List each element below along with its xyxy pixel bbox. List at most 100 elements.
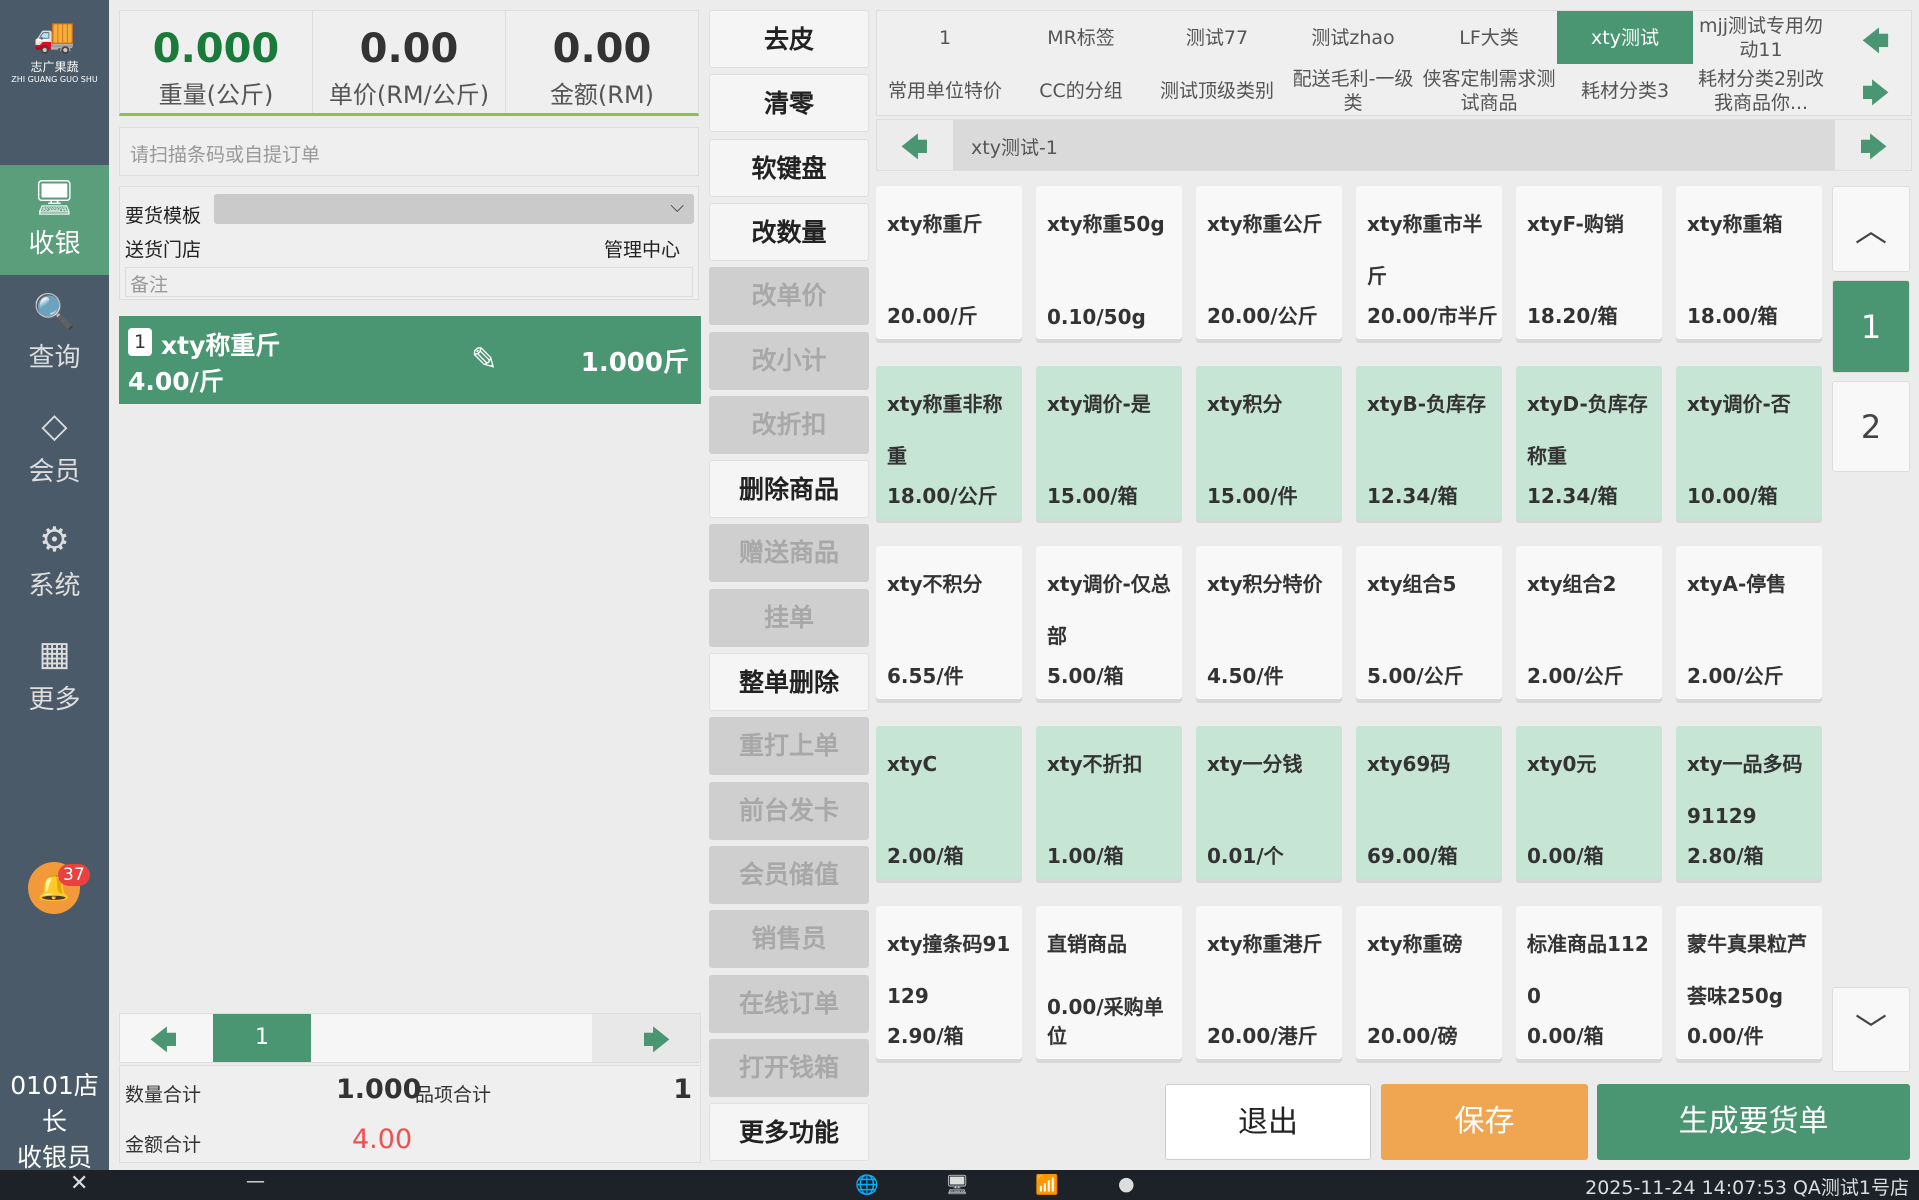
product-card[interactable]: xtyB-负库存 12.34/箱 — [1356, 366, 1502, 519]
product-card[interactable]: xty69码 69.00/箱 — [1356, 726, 1502, 879]
product-price: 2.80/箱 — [1687, 844, 1764, 868]
category-tab[interactable]: 侠客定制需求测试商品 — [1421, 64, 1557, 117]
subcategory-item[interactable]: xty测试-1 — [971, 133, 1058, 160]
product-card[interactable]: xty称重50g 0.10/50g — [1036, 186, 1182, 339]
order-form: 要货模板 ⌵ 送货门店 管理中心 备注 — [119, 186, 699, 300]
exit-button[interactable]: 退出 — [1165, 1084, 1371, 1160]
product-card[interactable]: xty称重公斤 20.00/公斤 — [1196, 186, 1342, 339]
save-button[interactable]: 保存 — [1381, 1084, 1588, 1160]
function-button[interactable]: 在线订单 — [709, 974, 869, 1033]
sidebar-item-3[interactable]: ⚙ 系统 — [0, 507, 109, 617]
product-card[interactable]: xty一分钱 0.01/个 — [1196, 726, 1342, 879]
function-button[interactable]: 挂单 — [709, 588, 869, 647]
category-tab[interactable]: 耗材分类3 — [1557, 64, 1693, 117]
function-button[interactable]: 销售员 — [709, 910, 869, 969]
category-tab[interactable]: mjj测试专用勿动11 — [1693, 11, 1829, 64]
item-price: 4.00/斤 — [128, 367, 224, 396]
function-button[interactable]: 改小计 — [709, 331, 869, 390]
category-tabs: 1 MR标签 测试77 测试zhao LF大类 xty测试 mjj测试专用勿动11 常用单位特… — [876, 10, 1912, 116]
minimize-icon[interactable]: — — [246, 1170, 265, 1192]
category-tab[interactable]: CC的分组 — [1013, 64, 1149, 117]
product-page-1[interactable]: 1 — [1832, 280, 1910, 373]
product-card[interactable]: xtyF-购销 18.20/箱 — [1516, 186, 1662, 339]
category-tab[interactable]: 1 — [877, 11, 1013, 64]
product-card[interactable]: xty调价-否 10.00/箱 — [1676, 366, 1822, 519]
product-card[interactable]: xty称重斤 20.00/斤 — [876, 186, 1022, 339]
scale-display: 0.000 重量(公斤) 0.00 单价(RM/公斤) 0.00 金额(RM) — [119, 10, 699, 116]
product-card[interactable]: xty撞条码91129 2.90/箱 — [876, 906, 1022, 1059]
next-category-icon[interactable]: 🡆 — [1862, 75, 1889, 119]
product-card[interactable]: xty积分 15.00/件 — [1196, 366, 1342, 519]
prev-category-icon[interactable]: 🡄 — [1862, 23, 1889, 67]
template-select[interactable]: ⌵ — [214, 194, 694, 224]
function-button[interactable]: 去皮 — [709, 10, 869, 68]
close-icon[interactable]: ✕ — [70, 1171, 88, 1196]
category-tab[interactable]: 配送毛利-一级类 — [1285, 64, 1421, 117]
product-card[interactable]: xty0元 0.00/箱 — [1516, 726, 1662, 879]
product-price: 12.34/箱 — [1367, 484, 1458, 508]
category-tab[interactable]: LF大类 — [1421, 11, 1557, 64]
function-button[interactable]: 改单价 — [709, 267, 869, 326]
function-button[interactable]: 赠送商品 — [709, 524, 869, 583]
cashier-icon: 🖥 — [32, 178, 77, 218]
product-card[interactable]: 标准商品1120 0.00/箱 — [1516, 906, 1662, 1059]
product-card[interactable]: xtyD-负库存称重 12.34/箱 — [1516, 366, 1662, 519]
function-button[interactable]: 重打上单 — [709, 717, 869, 776]
product-card[interactable]: xty调价-是 15.00/箱 — [1036, 366, 1182, 519]
sidebar-item-0[interactable]: 🖥 收银 — [0, 165, 109, 275]
product-card[interactable]: xtyA-停售 2.00/公斤 — [1676, 546, 1822, 699]
product-card[interactable]: xty不积分 6.55/件 — [876, 546, 1022, 699]
function-button[interactable]: 软键盘 — [709, 138, 869, 197]
function-button[interactable]: 更多功能 — [709, 1103, 869, 1162]
function-button[interactable]: 打开钱箱 — [709, 1038, 869, 1097]
product-card[interactable]: xty称重箱 18.00/箱 — [1676, 186, 1822, 339]
note-input[interactable]: 备注 — [125, 267, 693, 297]
product-card[interactable]: 蒙牛真果粒芦荟味250g 0.00/件 — [1676, 906, 1822, 1059]
cart-page[interactable]: 1 — [213, 1014, 311, 1062]
product-card[interactable]: xty不折扣 1.00/箱 — [1036, 726, 1182, 879]
category-tab[interactable]: 测试顶级类别 — [1149, 64, 1285, 117]
product-card[interactable]: xty调价-仅总部 5.00/箱 — [1036, 546, 1182, 699]
product-card[interactable]: xtyC 2.00/箱 — [876, 726, 1022, 879]
next-page-icon[interactable]: 🡆 — [643, 1022, 670, 1066]
product-card[interactable]: xty积分特价 4.50/件 — [1196, 546, 1342, 699]
category-tab[interactable]: 测试77 — [1149, 11, 1285, 64]
product-card[interactable]: xty组合5 5.00/公斤 — [1356, 546, 1502, 699]
product-price: 20.00/磅 — [1367, 1024, 1458, 1048]
function-button[interactable]: 改折扣 — [709, 395, 869, 454]
sidebar-item-2[interactable]: ◇ 会员 — [0, 393, 109, 503]
page-down-button[interactable]: ﹀ — [1832, 987, 1910, 1072]
prev-subcategory-icon[interactable]: 🡄 — [901, 129, 928, 173]
category-tab[interactable]: 测试zhao — [1285, 11, 1421, 64]
sidebar-item-1[interactable]: 🔍 查询 — [0, 279, 109, 389]
edit-icon[interactable]: ✎ — [471, 340, 498, 378]
category-tab[interactable]: MR标签 — [1013, 11, 1149, 64]
page-up-button[interactable]: ︿ — [1832, 186, 1910, 272]
product-card[interactable]: xty一品多码91129 2.80/箱 — [1676, 726, 1822, 879]
function-button[interactable]: 清零 — [709, 74, 869, 133]
sidebar-item-4[interactable]: ▦ 更多 — [0, 621, 109, 731]
category-tab[interactable]: xty测试 — [1557, 11, 1693, 64]
generate-order-button[interactable]: 生成要货单 — [1597, 1084, 1910, 1160]
product-page-2[interactable]: 2 — [1832, 381, 1910, 472]
product-card[interactable]: 直销商品 0.00/采购单位 — [1036, 906, 1182, 1059]
product-card[interactable]: xty称重市半斤 20.00/市半斤 — [1356, 186, 1502, 339]
product-card[interactable]: xty称重港斤 20.00/港斤 — [1196, 906, 1342, 1059]
product-price: 2.90/箱 — [887, 1024, 964, 1048]
function-button[interactable]: 整单删除 — [709, 653, 869, 711]
product-card[interactable]: xty称重磅 20.00/磅 — [1356, 906, 1502, 1059]
next-subcategory-icon[interactable]: 🡆 — [1860, 129, 1887, 173]
product-card[interactable]: xty称重非称重 18.00/公斤 — [876, 366, 1022, 519]
store-value[interactable]: 管理中心 — [604, 235, 680, 262]
function-button[interactable]: 改数量 — [709, 202, 869, 261]
category-tab[interactable]: 常用单位特价 — [877, 64, 1013, 117]
product-card[interactable]: xty组合2 2.00/公斤 — [1516, 546, 1662, 699]
prev-page-icon[interactable]: 🡄 — [150, 1022, 177, 1066]
function-button[interactable]: 会员储值 — [709, 845, 869, 904]
cart-item[interactable]: 1 xty称重斤 4.00/斤 ✎ 1.000斤 — [119, 316, 701, 404]
product-name: 标准商品1120 — [1527, 932, 1649, 1008]
function-button[interactable]: 前台发卡 — [709, 781, 869, 840]
function-button[interactable]: 删除商品 — [709, 460, 869, 519]
category-tab[interactable]: 耗材分类2别改我商品你... — [1693, 64, 1829, 117]
scan-input[interactable]: 请扫描条码或自提订单 — [119, 127, 699, 176]
